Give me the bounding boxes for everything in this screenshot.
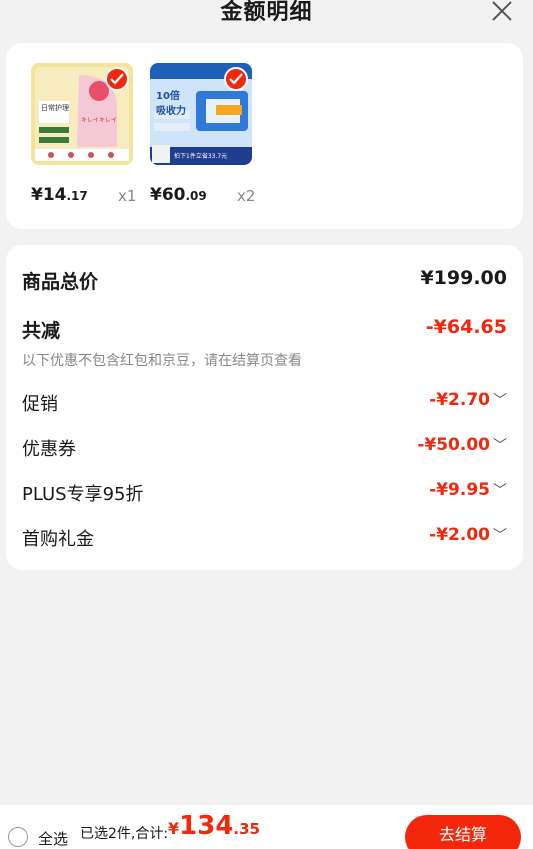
selected-check-icon[interactable] (224, 67, 248, 91)
discount-label: 共减 (22, 320, 61, 342)
checkout-button[interactable]: 去结算 (405, 815, 521, 849)
discount-item-value: -¥2.00 ﹀ (429, 525, 507, 545)
price-details-card: 商品总价 ¥199.00 共减 -¥64.65 以下优惠不包含红包和京豆，请在结… (6, 245, 523, 570)
discount-item-value: -¥50.00 ﹀ (417, 435, 507, 455)
discount-item-value: -¥2.70 ﹀ (429, 390, 507, 410)
selected-check-icon[interactable] (105, 67, 129, 91)
discount-item-label: 促销 (22, 394, 58, 415)
subtotal-value: ¥199.00 (420, 267, 507, 289)
discount-row: 共减 -¥64.65 (22, 316, 507, 346)
chevron-down-icon: ﹀ (493, 528, 507, 544)
subtotal-row: 商品总价 ¥199.00 (22, 267, 507, 297)
selection-summary: 已选2件,合计: (80, 826, 169, 842)
select-all-radio[interactable] (8, 827, 28, 847)
discount-note: 以下优惠不包含红包和京豆，请在结算页查看 (22, 353, 302, 369)
close-icon[interactable] (487, 0, 517, 26)
chevron-down-icon: ﹀ (493, 483, 507, 499)
product-price: ¥14.17 (31, 185, 88, 205)
discount-item-value: -¥9.95 ﹀ (429, 480, 507, 500)
discount-item-label: PLUS专享95折 (22, 484, 144, 505)
discount-item-label: 优惠券 (22, 439, 76, 460)
discount-item-plus[interactable]: PLUS专享95折 -¥9.95 ﹀ (22, 480, 507, 510)
product-thumb-title: 10倍 吸收力 (156, 91, 186, 117)
discount-value: -¥64.65 (425, 316, 507, 338)
product-qty: x2 (237, 187, 256, 205)
product-thumb-sub: キレイキレイ (81, 117, 118, 124)
product-price: ¥60.09 (150, 185, 207, 205)
product-thumb-sub: 拍下1件立省33.7元 (174, 153, 228, 160)
select-all-label[interactable]: 全选 (38, 828, 68, 849)
product-thumb-title: 日常护理 (41, 104, 69, 112)
discount-item-label: 首购礼金 (22, 529, 94, 550)
bottom-bar: 全选 已选2件,合计: ¥134.35 去结算 (0, 805, 533, 849)
products-card: 日常护理 キレイキレイ ¥14.17 x1 10倍 吸收力 拍下1件立省33.7… (6, 43, 523, 229)
chevron-down-icon: ﹀ (493, 438, 507, 454)
discount-item-coupon[interactable]: 优惠券 -¥50.00 ﹀ (22, 435, 507, 465)
total-price: ¥134.35 (168, 811, 260, 841)
header: 金额明细 (0, 0, 533, 30)
discount-item-promo[interactable]: 促销 -¥2.70 ﹀ (22, 390, 507, 420)
page-title: 金额明细 (220, 0, 313, 25)
discount-item-gift[interactable]: 首购礼金 -¥2.00 ﹀ (22, 525, 507, 555)
subtotal-label: 商品总价 (22, 271, 99, 293)
chevron-down-icon: ﹀ (493, 393, 507, 409)
product-qty: x1 (118, 187, 137, 205)
